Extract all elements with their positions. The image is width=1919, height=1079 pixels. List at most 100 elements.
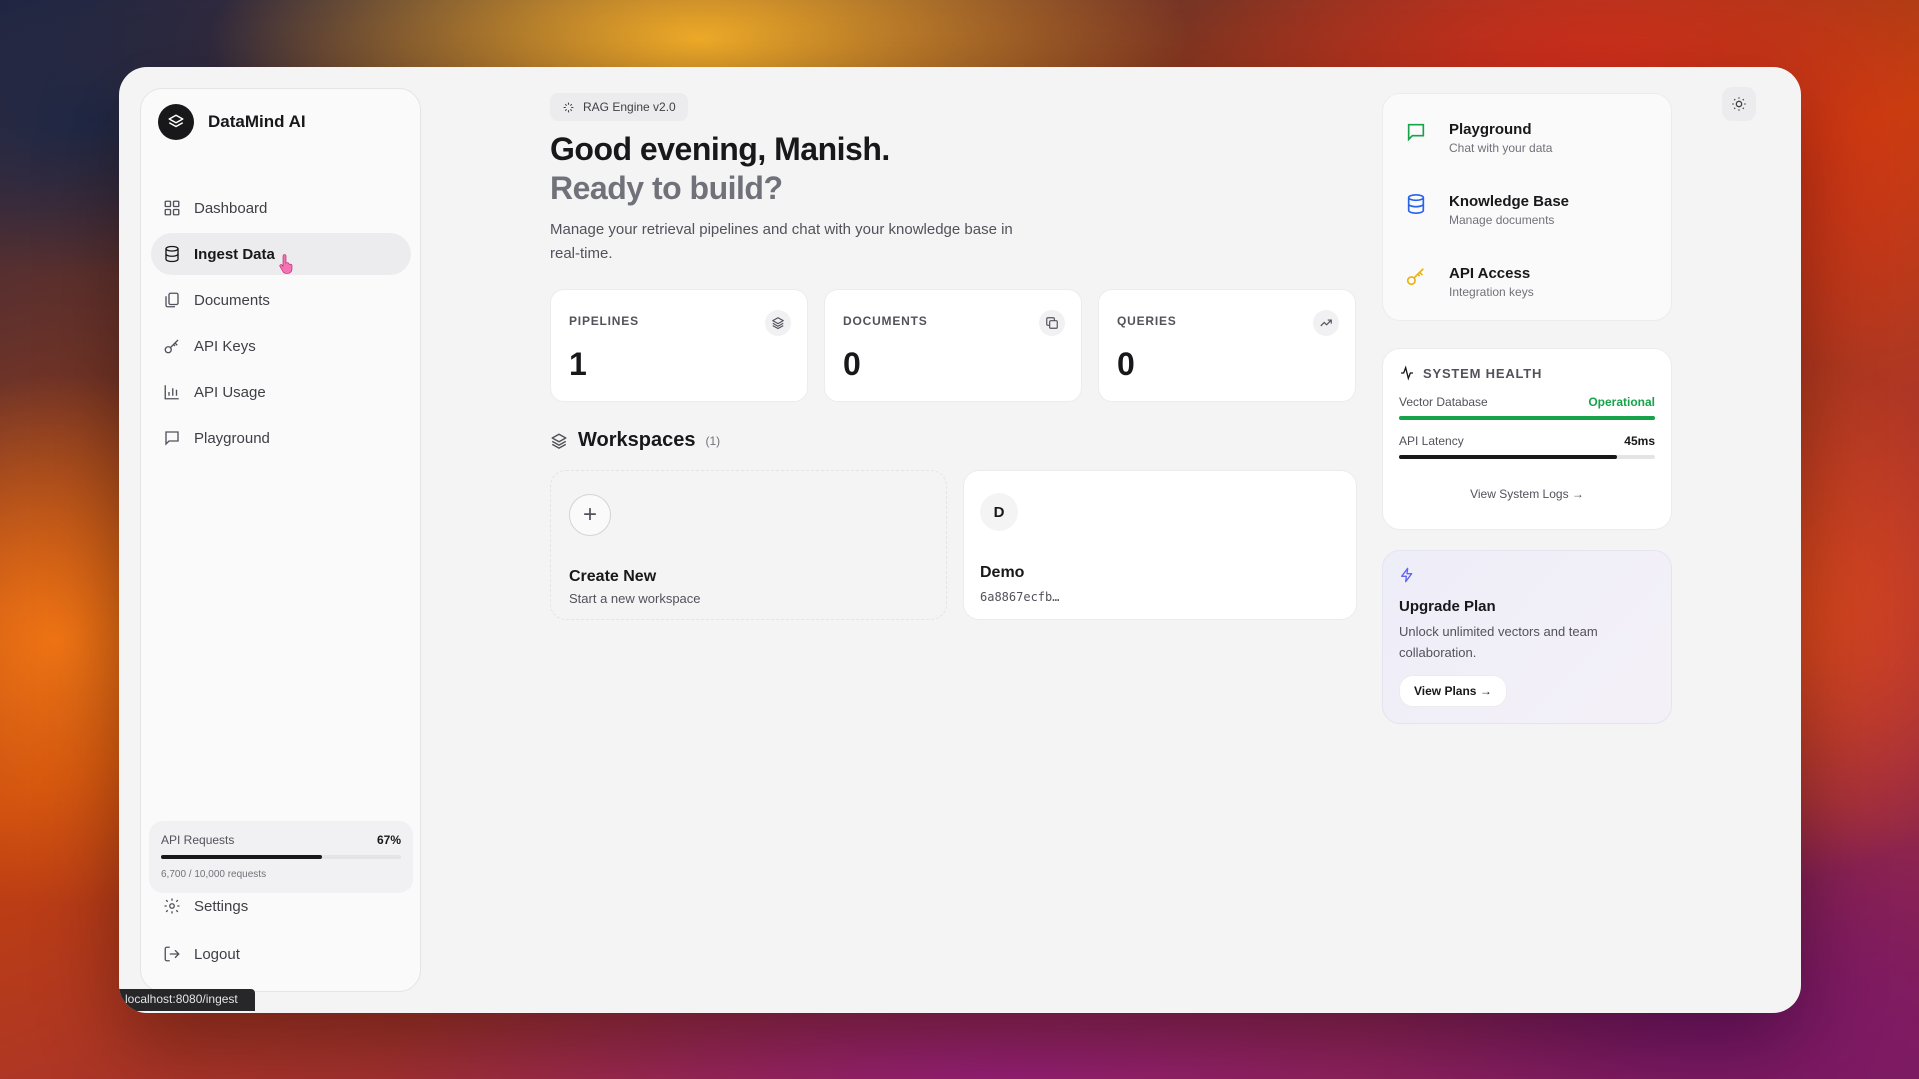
system-health-title: SYSTEM HEALTH [1423, 365, 1543, 381]
sidebar-item-documents[interactable]: Documents [151, 279, 411, 321]
brand[interactable]: DataMind AI [158, 104, 306, 140]
stat-label: DOCUMENTS [843, 314, 928, 328]
sidebar-item-label: Playground [194, 429, 270, 447]
theme-toggle-button[interactable] [1722, 87, 1756, 121]
chat-icon [165, 431, 179, 446]
quick-link-api-access[interactable]: API Access Integration keys [1405, 265, 1534, 299]
status-bar-url: localhost:8080/ingest [119, 989, 255, 1011]
documents-icon [165, 292, 179, 308]
quick-link-subtitle: Integration keys [1449, 285, 1534, 299]
latency-row: API Latency 45ms [1399, 434, 1655, 459]
stat-label: PIPELINES [569, 314, 639, 328]
hand-cursor-icon [278, 254, 294, 279]
stat-value: 0 [1117, 346, 1135, 382]
workspace-name: Demo [980, 564, 1025, 581]
gear-icon [164, 898, 180, 914]
sidebar-bottom-nav: Settings Logout [151, 885, 411, 981]
workspace-avatar: D [980, 493, 1018, 531]
quick-link-title: Playground [1449, 121, 1532, 138]
sparkle-icon [563, 102, 574, 112]
greeting-subtitle: Ready to build? [550, 170, 783, 206]
sidebar-item-label: Dashboard [194, 199, 268, 217]
create-workspace-subtitle: Start a new workspace [569, 591, 701, 606]
plus-icon: + [569, 494, 611, 536]
sidebar-item-label: Logout [194, 945, 240, 963]
quick-links-card: Playground Chat with your data Knowledge… [1382, 93, 1672, 321]
vector-db-bar [1399, 416, 1655, 420]
app-window: DataMind AI Dashboard Ingest Data Docume… [119, 67, 1801, 1013]
quick-link-subtitle: Chat with your data [1449, 141, 1553, 155]
stat-value: 1 [569, 346, 587, 382]
version-badge-label: RAG Engine v2.0 [583, 100, 676, 114]
latency-label: API Latency [1399, 434, 1464, 448]
view-system-logs-link[interactable]: View System Logs → [1399, 487, 1655, 501]
sidebar-item-label: API Keys [194, 337, 256, 355]
vector-db-row: Vector Database Operational [1399, 395, 1655, 420]
chat-icon [1407, 123, 1425, 142]
layers-icon [551, 433, 567, 449]
stat-card-queries: QUERIES 0 [1098, 289, 1356, 402]
key-icon [1406, 268, 1424, 286]
workspaces-count: (1) [705, 433, 721, 448]
system-health-header: SYSTEM HEALTH [1399, 365, 1655, 381]
database-icon [165, 245, 179, 263]
sidebar-item-label: Documents [194, 291, 270, 309]
version-badge: RAG Engine v2.0 [550, 93, 688, 121]
sidebar-item-dashboard[interactable]: Dashboard [151, 187, 411, 229]
quick-link-title: API Access [1449, 265, 1531, 282]
upgrade-title: Upgrade Plan [1399, 598, 1496, 615]
activity-icon [1401, 365, 1413, 381]
sidebar-item-api-usage[interactable]: API Usage [151, 371, 411, 413]
layers-icon [765, 310, 791, 336]
usage-label: API Requests [161, 833, 235, 847]
key-icon [164, 339, 179, 354]
logout-icon [164, 946, 180, 962]
quick-link-subtitle: Manage documents [1449, 213, 1555, 227]
greeting-title: Good evening, Manish. [550, 131, 890, 167]
vector-db-bar-fill [1399, 416, 1655, 420]
stat-value: 0 [843, 346, 861, 382]
page-description: Manage your retrieval pipelines and chat… [550, 221, 1013, 262]
dashboard-icon [164, 200, 180, 216]
vector-db-status: Operational [1588, 395, 1655, 409]
database-icon [1407, 194, 1425, 214]
latency-value: 45ms [1624, 434, 1655, 448]
api-usage-card: API Requests 67% 6,700 / 10,000 requests [149, 821, 413, 893]
usage-percent: 67% [376, 833, 401, 847]
brand-name: DataMind AI [208, 112, 306, 131]
sidebar-nav: Dashboard Ingest Data Documents API Keys… [151, 187, 411, 463]
latency-bar [1399, 455, 1655, 459]
sidebar-item-api-keys[interactable]: API Keys [151, 325, 411, 367]
usage-progress-fill [161, 855, 322, 859]
vector-db-label: Vector Database [1399, 395, 1488, 409]
stat-label: QUERIES [1117, 314, 1177, 328]
system-health-card: SYSTEM HEALTH Vector Database Operationa… [1382, 348, 1672, 530]
sun-icon [1732, 97, 1746, 111]
latency-bar-fill [1399, 455, 1617, 459]
view-plans-button[interactable]: View Plans → [1399, 675, 1507, 707]
sidebar-item-settings[interactable]: Settings [151, 885, 411, 927]
sidebar: DataMind AI Dashboard Ingest Data Docume… [140, 88, 421, 992]
copy-icon [1039, 310, 1065, 336]
usage-progress-bar [161, 855, 401, 859]
workspace-id: 6a8867ecfb… [980, 590, 1060, 604]
usage-detail: 6,700 / 10,000 requests [161, 869, 267, 880]
quick-link-knowledge-base[interactable]: Knowledge Base Manage documents [1405, 193, 1569, 227]
upgrade-description: Unlock unlimited vectors and team collab… [1399, 624, 1598, 660]
workspaces-title: Workspaces [578, 429, 696, 451]
create-workspace-title: Create New [569, 568, 657, 585]
sidebar-item-logout[interactable]: Logout [151, 933, 411, 975]
lightning-icon [1401, 567, 1413, 583]
sidebar-item-label: Ingest Data [194, 245, 275, 263]
sidebar-item-label: API Usage [194, 383, 266, 401]
workspaces-header: Workspaces (1) [550, 429, 720, 452]
sidebar-item-label: Settings [194, 897, 249, 915]
quick-link-title: Knowledge Base [1449, 193, 1570, 210]
logo-icon [158, 104, 194, 140]
stat-card-pipelines: PIPELINES 1 [550, 289, 808, 402]
quick-link-playground[interactable]: Playground Chat with your data [1405, 121, 1552, 155]
sidebar-item-playground[interactable]: Playground [151, 417, 411, 459]
create-workspace-card[interactable]: + Create New Start a new workspace [550, 470, 947, 620]
workspace-card-demo[interactable]: D Demo 6a8867ecfb… [963, 470, 1357, 620]
trending-up-icon [1313, 310, 1339, 336]
